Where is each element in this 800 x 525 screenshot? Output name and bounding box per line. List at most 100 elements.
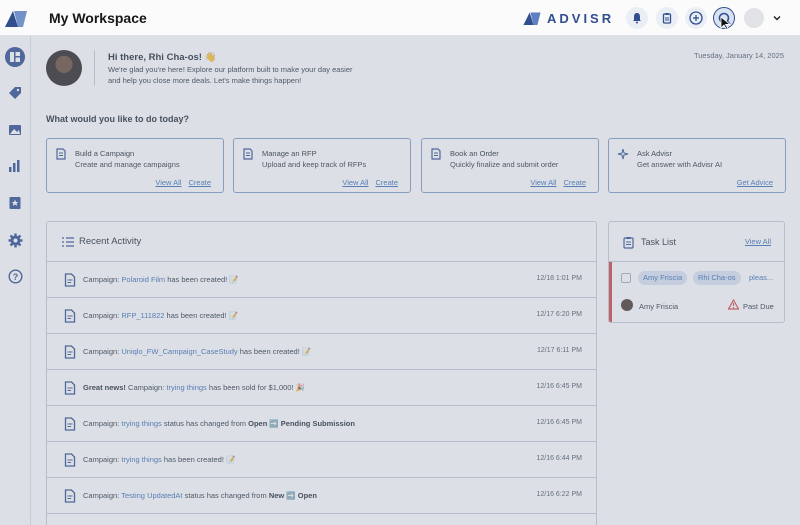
clipboard-icon (623, 237, 634, 249)
welcome-message-line: We're glad you're here! Explore our plat… (108, 65, 353, 74)
list-icon (62, 237, 74, 247)
tag-icon[interactable] (6, 84, 24, 102)
campaign-link[interactable]: Testing UpdatedAt (121, 491, 182, 500)
dashboard-icon[interactable] (4, 46, 26, 68)
campaign-link[interactable]: trying things (121, 455, 161, 464)
card-title: Ask Advisr (637, 149, 673, 158)
activity-text: Campaign: Uniqlo_FW_Campaign_CaseStudy h… (83, 347, 311, 356)
activity-text: Campaign: Polaroid Film has been created… (83, 275, 239, 284)
mouse-cursor-icon (720, 16, 732, 30)
welcome-message: We're glad you're here! Explore our plat… (108, 64, 408, 86)
task-text: pleas... (749, 273, 774, 282)
activity-prefix: Campaign: (83, 419, 122, 428)
clipboard-icon[interactable] (656, 7, 678, 29)
card-ask-advisr[interactable]: Ask Advisr Get answer with Advisr AI Get… (608, 138, 786, 193)
activity-prefix: Campaign: (83, 455, 122, 464)
badge-icon[interactable] (6, 194, 24, 212)
activity-row: Campaign: Uniqlo_FW_Campaign_CaseStudy h… (47, 334, 596, 370)
activity-message: status has changed from (182, 491, 269, 500)
document-edit-icon (64, 453, 76, 467)
activity-row: Campaign: Polaroid Film has been created… (47, 262, 596, 298)
bar-chart-icon[interactable] (6, 157, 24, 175)
campaign-link[interactable]: trying things (166, 383, 206, 392)
campaign-link[interactable]: trying things (121, 419, 161, 428)
divider (94, 50, 95, 86)
activity-time: 12/16 6:44 PM (536, 455, 582, 462)
bell-icon[interactable] (626, 7, 648, 29)
status-from: New (268, 491, 285, 500)
image-icon[interactable] (6, 121, 24, 139)
activity-prefix: Campaign: (125, 383, 167, 392)
assignee-name: Amy Friscia (639, 302, 679, 311)
task-status: Past Due (743, 302, 774, 311)
chevron-down-icon[interactable] (771, 12, 783, 24)
brand-name: ADVISR (547, 10, 615, 26)
campaign-link[interactable]: Uniqlo_FW_Campaign_CaseStudy (121, 347, 237, 356)
view-all-link[interactable]: View All (155, 178, 181, 187)
plus-circle-icon[interactable] (685, 7, 707, 29)
task-item[interactable]: Amy Friscia Rhi Cha-os pleas... Amy Fris… (609, 262, 784, 322)
activity-time: 12/16 6:45 PM (536, 383, 582, 390)
status-to: Open (297, 491, 317, 500)
card-subtitle: Upload and keep track of RFPs (262, 160, 367, 169)
activity-time: 12/16 6:22 PM (536, 491, 582, 498)
user-avatar[interactable] (744, 8, 764, 28)
activity-message: status has changed from (161, 419, 249, 428)
activity-text: Campaign: RFP_111822 has been created! 📝 (83, 311, 238, 320)
recent-activity-panel: Recent Activity Campaign: Polaroid Film … (46, 221, 597, 525)
activity-text: Campaign: trying things has been created… (83, 455, 235, 464)
view-all-link[interactable]: View All (530, 178, 556, 187)
gear-icon[interactable] (6, 231, 24, 249)
activity-row: Campaign: RFP_111822 has been created! 📝… (47, 298, 596, 334)
arrow-icon: ➡️ (284, 491, 298, 500)
document-icon (56, 148, 66, 160)
campaign-link[interactable]: RFP_111822 (121, 311, 164, 320)
mention-chip: Rhi Cha-os (693, 271, 741, 285)
svg-text:?: ? (12, 272, 18, 282)
campaign-link[interactable]: Polaroid Film (121, 275, 165, 284)
activity-bold-text: Great news! (83, 383, 126, 392)
warning-icon (728, 299, 739, 310)
recent-activity-title: Recent Activity (79, 236, 142, 247)
card-build-campaign[interactable]: Build a Campaign Create and manage campa… (46, 138, 224, 193)
activity-time: 12/17 6:11 PM (536, 347, 582, 354)
welcome-message-line: and help you close more deals. Let's mak… (108, 76, 302, 85)
mention-chip: Amy Friscia (638, 271, 688, 285)
card-title: Manage an RFP (262, 149, 317, 158)
card-manage-rfp[interactable]: Manage an RFP Upload and keep track of R… (233, 138, 411, 193)
document-edit-icon (64, 489, 76, 503)
quick-actions-heading: What would you like to do today? (46, 114, 189, 124)
get-advice-link[interactable]: Get Advice (737, 178, 773, 187)
activity-row: Campaign: trying things status has chang… (47, 406, 596, 442)
card-title: Book an Order (450, 149, 499, 158)
card-title: Build a Campaign (75, 149, 135, 158)
create-link[interactable]: Create (563, 178, 586, 187)
sparkle-icon (617, 148, 629, 160)
welcome-greeting: Hi there, Rhi Cha-os! 👋 (108, 52, 217, 63)
task-list-panel: Task List View All Amy Friscia Rhi Cha-o… (608, 221, 785, 323)
document-edit-icon (64, 309, 76, 323)
create-link[interactable]: Create (188, 178, 211, 187)
main-content: Hi there, Rhi Cha-os! 👋 We're glad you'r… (31, 36, 800, 525)
activity-prefix: Campaign: (83, 311, 122, 320)
current-date: Tuesday, January 14, 2025 (693, 51, 784, 60)
status-from: Open (248, 419, 268, 428)
recent-activity-header: Recent Activity (47, 222, 596, 262)
card-subtitle: Create and manage campaigns (75, 160, 180, 169)
welcome-avatar (46, 50, 82, 86)
document-edit-icon (64, 417, 76, 431)
card-book-order[interactable]: Book an Order Quickly finalize and submi… (421, 138, 599, 193)
activity-message: has been created! 📝 (165, 275, 239, 284)
view-all-link[interactable]: View All (342, 178, 368, 187)
document-edit-icon (64, 273, 76, 287)
task-checkbox[interactable] (621, 273, 631, 283)
create-link[interactable]: Create (375, 178, 398, 187)
activity-row: Great news! Campaign: trying things has … (47, 370, 596, 406)
app-logo[interactable] (5, 9, 27, 27)
help-icon[interactable]: ? (6, 267, 24, 285)
activity-message: has been created! 📝 (237, 347, 312, 356)
activity-text: Campaign: trying things status has chang… (83, 419, 355, 428)
task-list-view-all[interactable]: View All (745, 237, 771, 246)
task-list-title: Task List (641, 237, 677, 247)
activity-prefix: Campaign: (83, 347, 122, 356)
